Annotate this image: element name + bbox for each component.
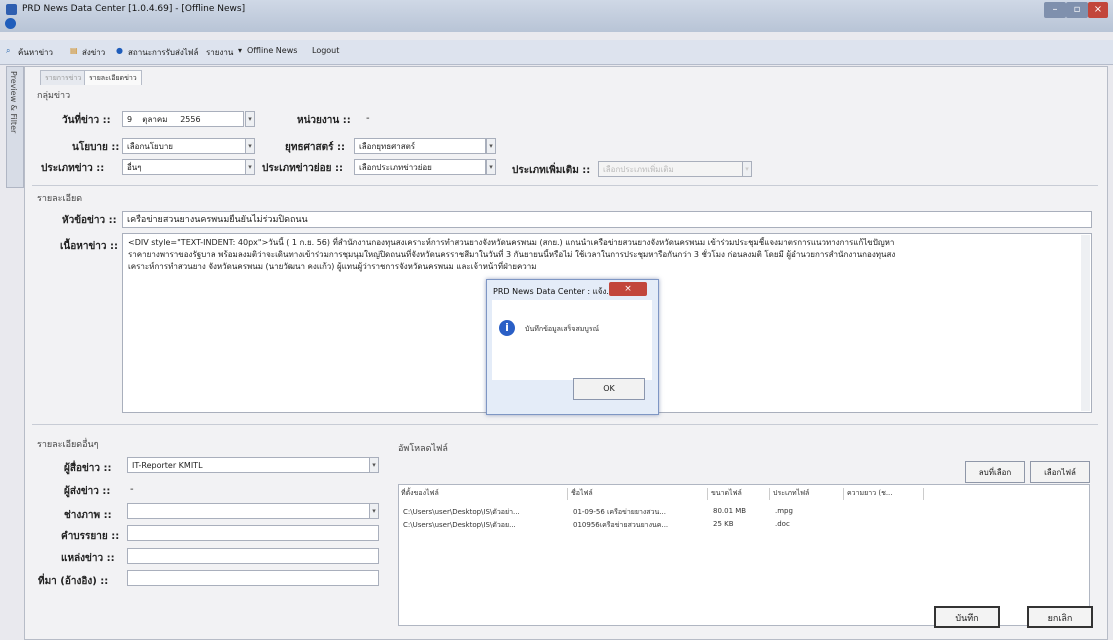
dialog-title: PRD News Data Center : แจ้ง.. [493, 287, 612, 296]
table-cell[interactable]: C:\Users\user\Desktop\IS\ตัวอย... [403, 520, 516, 531]
sender-label: ผู้ส่งข่าว :: [64, 486, 111, 497]
chevron-down-icon[interactable]: ▾ [245, 159, 255, 175]
unit-value: - [366, 113, 370, 124]
calendar-dropdown-icon[interactable]: ▾ [245, 111, 255, 127]
reference-input[interactable] [127, 570, 379, 586]
chevron-down-icon: ▾ [238, 46, 243, 55]
date-month: ตุลาคม [142, 115, 168, 124]
caption-input[interactable] [127, 525, 379, 541]
chevron-down-icon[interactable]: ▾ [369, 457, 379, 473]
other-section-title: รายละเอียดอื่นๆ [37, 440, 99, 450]
policy-label: นโยบาย :: [72, 142, 120, 153]
detail-section-title: รายละเอียด [37, 194, 83, 204]
maximize-icon[interactable]: ▫ [1066, 2, 1088, 18]
close-icon[interactable]: × [1088, 2, 1108, 18]
table-cell[interactable]: 01-09-56 เครือข่ายยางสวน... [573, 507, 666, 518]
headline-input[interactable]: เครือข่ายสวนยางนครพนมยืนยันไม่ร่วมปิดถนน [122, 211, 1092, 228]
source-input[interactable] [127, 548, 379, 564]
unit-label: หน่วยงาน :: [297, 115, 351, 126]
window-title: PRD News Data Center [1.0.4.69] - [Offli… [22, 4, 246, 14]
menu-orb-icon[interactable] [5, 18, 16, 29]
tab-news-list[interactable]: รายการข่าว [40, 70, 87, 85]
window-titlebar: PRD News Data Center [1.0.4.69] - [Offli… [0, 0, 1113, 32]
app-icon [6, 4, 17, 15]
extra-type-label: ประเภทเพิ่มเติม :: [512, 165, 591, 176]
toolbar: ⌕ ค้นหาข่าว ▤ ส่งข่าว ● สถานะการรับส่งไฟ… [0, 40, 1113, 65]
content-line: เคราะห์การทำสวนยาง จังหวัดนครพนม (นายวัฒ… [128, 262, 537, 271]
column-header[interactable]: ประเภทไฟล์ [771, 488, 844, 500]
source-label: แหล่งข่าว :: [61, 553, 115, 564]
search-news-icon[interactable]: ⌕ [6, 46, 10, 56]
photographer-select[interactable] [127, 503, 370, 519]
divider [32, 424, 1098, 425]
chevron-down-icon[interactable]: ▾ [486, 138, 496, 154]
send-news-icon[interactable]: ▤ [70, 46, 78, 55]
column-header[interactable]: ที่ตั้งของไฟล์ [399, 488, 568, 500]
table-cell[interactable]: .mpg [775, 507, 793, 515]
news-date-field[interactable]: 9 ตุลาคม 2556 [122, 111, 244, 127]
message-dialog: PRD News Data Center : แจ้ง.. × i บันทึก… [486, 279, 659, 415]
reference-label: ที่มา (อ้างอิง) :: [38, 576, 109, 587]
photographer-label: ช่างภาพ :: [64, 510, 112, 521]
send-news-button[interactable]: ส่งข่าว [82, 46, 105, 59]
cancel-button[interactable]: ยกเลิก [1027, 606, 1093, 628]
table-cell[interactable]: .doc [775, 520, 790, 528]
chevron-down-icon[interactable]: ▾ [245, 138, 255, 154]
file-status-button[interactable]: สถานะการรับส่งไฟล์ [128, 46, 198, 59]
extra-type-select[interactable]: เลือกประเภทเพิ่มเติม [598, 161, 744, 177]
preview-filter-label: Preview & Filter [9, 71, 18, 134]
headline-label: หัวข้อข่าว :: [62, 215, 117, 226]
upload-section-title: อัพโหลดไฟล์ [398, 444, 448, 454]
date-year: 2556 [180, 115, 201, 124]
choose-file-button[interactable]: เลือกไฟล์ [1030, 461, 1090, 483]
content-line: <DIV style="TEXT-INDENT: 40px">วันนี้ ( … [128, 238, 895, 247]
subtype-label: ประเภทข่าวย่อย :: [262, 163, 343, 174]
content-label: เนื้อหาข่าว :: [60, 241, 119, 252]
save-button[interactable]: บันทึก [934, 606, 1000, 628]
chevron-down-icon[interactable]: ▾ [486, 159, 496, 175]
content-line: ราคายางพาราของรัฐบาล พร้อมลงมติว่าจะเดิน… [128, 250, 896, 259]
status-icon[interactable]: ● [116, 46, 123, 55]
sender-value: - [130, 484, 134, 495]
subtype-select[interactable]: เลือกประเภทข่าวย่อย [354, 159, 486, 175]
tab-news-detail[interactable]: รายละเอียดข่าว [84, 70, 142, 85]
ok-button[interactable]: OK [573, 378, 645, 400]
strategy-label: ยุทธศาสตร์ :: [285, 142, 345, 153]
news-date-label: วันที่ข่าว :: [62, 115, 111, 126]
preview-filter-panel[interactable]: Preview & Filter [6, 66, 24, 188]
minimize-icon[interactable]: – [1044, 2, 1066, 18]
content-scrollbar[interactable] [1081, 235, 1090, 411]
date-day: 9 [127, 115, 133, 124]
column-header[interactable]: ขนาดไฟล์ [709, 488, 770, 500]
table-cell[interactable]: C:\Users\user\Desktop\IS\ตัวอย่า... [403, 507, 520, 518]
dialog-close-icon[interactable]: × [609, 282, 647, 296]
info-icon: i [499, 320, 515, 336]
group-section-title: กลุ่มข่าว [37, 91, 71, 101]
dialog-body [492, 300, 652, 380]
report-menu[interactable]: รายงาน [206, 46, 233, 59]
logout-button[interactable]: Logout [312, 46, 339, 55]
search-news-button[interactable]: ค้นหาข่าว [18, 46, 53, 59]
reporter-label: ผู้สื่อข่าว :: [64, 463, 112, 474]
dialog-message: บันทึกข้อมูลเสร็จสมบูรณ์ [525, 325, 600, 333]
chevron-down-icon[interactable]: ▾ [742, 161, 752, 177]
column-header[interactable]: ความยาว (ช... [845, 488, 924, 500]
table-cell[interactable]: 010956เครือข่ายสวนยางนค... [573, 520, 668, 531]
caption-label: คำบรรยาย :: [61, 531, 120, 542]
offline-news-button[interactable]: Offline News [247, 46, 297, 55]
policy-select[interactable]: เลือกนโยบาย [122, 138, 246, 154]
divider [32, 185, 1098, 186]
reporter-select[interactable]: IT-Reporter KMITL [127, 457, 370, 473]
file-table: ที่ตั้งของไฟล์ ชื่อไฟล์ ขนาดไฟล์ ประเภทไ… [398, 484, 1090, 626]
table-cell[interactable]: 25 KB [713, 520, 734, 528]
table-cell[interactable]: 80.01 MB [713, 507, 746, 515]
chevron-down-icon[interactable]: ▾ [369, 503, 379, 519]
news-type-label: ประเภทข่าว :: [41, 163, 105, 174]
column-header[interactable]: ชื่อไฟล์ [569, 488, 708, 500]
delete-selected-button[interactable]: ลบที่เลือก [965, 461, 1025, 483]
strategy-select[interactable]: เลือกยุทธศาสตร์ [354, 138, 486, 154]
news-type-select[interactable]: อื่นๆ [122, 159, 246, 175]
